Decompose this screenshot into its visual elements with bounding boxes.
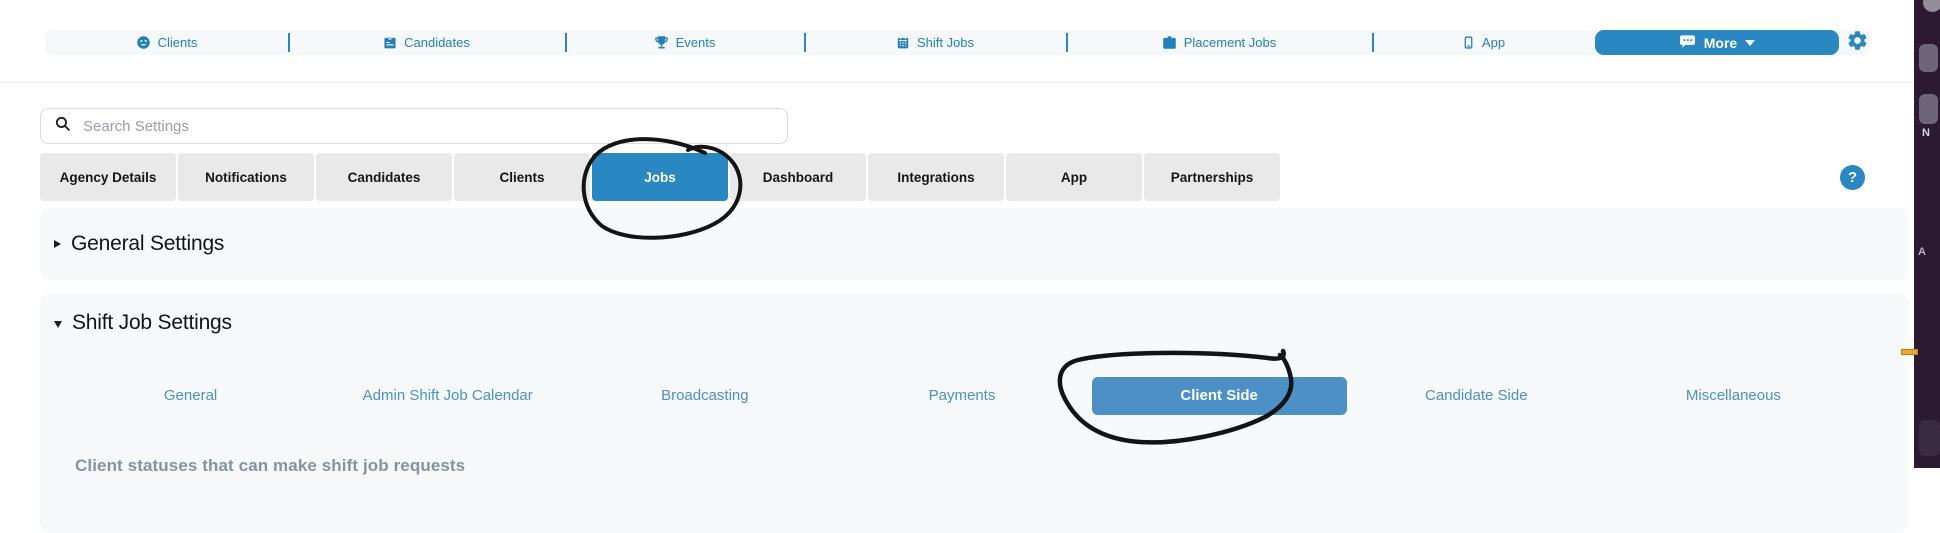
nav-divider (1066, 33, 1068, 52)
tab-integrations[interactable]: Integrations (868, 153, 1004, 201)
search-input[interactable] (81, 116, 745, 136)
section-title: General Settings (71, 232, 225, 255)
app-icon (1462, 35, 1475, 50)
strip-button (1919, 420, 1940, 456)
events-icon (654, 35, 669, 50)
gear-icon (1846, 29, 1869, 57)
candidates-icon (383, 35, 397, 50)
subtab-admin-shift-job-calendar[interactable]: Admin Shift Job Calendar (319, 387, 576, 404)
nav-item-clients[interactable]: Clients (45, 30, 288, 55)
nav-item-app[interactable]: App (1372, 30, 1595, 55)
shift-job-subtab-bar: General Admin Shift Job Calendar Broadca… (62, 373, 1862, 418)
tab-dashboard[interactable]: Dashboard (730, 153, 866, 201)
section-title: Shift Job Settings (72, 311, 232, 334)
nav-divider (804, 33, 806, 52)
tab-partnerships[interactable]: Partnerships (1144, 153, 1280, 201)
shift-jobs-icon (896, 35, 910, 50)
nav-item-label: Placement Jobs (1183, 35, 1277, 50)
general-settings-header[interactable]: General Settings (54, 232, 224, 256)
search-icon (54, 115, 71, 137)
subtab-payments[interactable]: Payments (833, 387, 1090, 404)
more-button-label: More (1703, 34, 1738, 51)
placement-jobs-icon (1162, 35, 1177, 50)
strip-letter: A (1918, 246, 1926, 258)
subtab-general[interactable]: General (62, 387, 319, 404)
search-settings-box (40, 108, 788, 144)
more-button[interactable]: More (1595, 30, 1839, 55)
tab-notifications[interactable]: Notifications (178, 153, 314, 201)
subtab-client-side[interactable]: Client Side (1091, 376, 1347, 415)
strip-avatar (1923, 0, 1940, 12)
client-statuses-heading: Client statuses that can make shift job … (75, 456, 466, 475)
shift-job-settings-panel: Shift Job Settings General Admin Shift J… (40, 293, 1908, 533)
nav-divider (288, 33, 290, 52)
caret-down-icon (54, 321, 62, 328)
tab-app[interactable]: App (1006, 153, 1142, 201)
tab-clients[interactable]: Clients (454, 153, 590, 201)
subtab-miscellaneous[interactable]: Miscellaneous (1605, 387, 1862, 404)
nav-item-placement-jobs[interactable]: Placement Jobs (1066, 30, 1372, 55)
nav-item-label: Clients (157, 35, 198, 50)
settings-gear-button[interactable] (1846, 29, 1869, 57)
help-button[interactable]: ? (1840, 165, 1865, 190)
nav-item-label: Shift Jobs (916, 35, 975, 50)
strip-button (1919, 94, 1938, 124)
nav-item-shift-jobs[interactable]: Shift Jobs (804, 30, 1066, 55)
nav-item-label: App (1481, 35, 1506, 50)
top-navbar: Clients Candidates Events Shift Jobs Pla… (45, 30, 1870, 55)
settings-tab-bar: Agency Details Notifications Candidates … (40, 153, 1280, 201)
subtab-broadcasting[interactable]: Broadcasting (576, 387, 833, 404)
tab-agency-details[interactable]: Agency Details (40, 153, 176, 201)
tab-jobs[interactable]: Jobs (592, 153, 728, 201)
nav-item-events[interactable]: Events (565, 30, 804, 55)
shift-job-settings-header[interactable]: Shift Job Settings (54, 311, 232, 335)
strip-button (1919, 44, 1938, 72)
strip-letter: N (1922, 127, 1930, 139)
chevron-down-icon (1745, 40, 1756, 46)
general-settings-panel: General Settings (40, 208, 1908, 280)
caret-right-icon (54, 240, 61, 248)
subtab-client-side-wrap: Client Side (1091, 376, 1348, 415)
chat-ellipsis-icon (1679, 34, 1696, 52)
nav-divider (565, 33, 567, 52)
orange-marker (1901, 349, 1918, 355)
nav-divider (1372, 33, 1374, 52)
question-mark-icon: ? (1847, 169, 1858, 186)
nav-item-candidates[interactable]: Candidates (288, 30, 565, 55)
clients-icon (136, 35, 151, 50)
nav-item-label: Candidates (404, 35, 470, 50)
subtab-candidate-side[interactable]: Candidate Side (1348, 387, 1605, 404)
header-divider (0, 82, 1914, 83)
nav-item-label: Events (675, 35, 716, 50)
adjacent-window-strip: N A (1914, 0, 1940, 468)
tab-candidates[interactable]: Candidates (316, 153, 452, 201)
